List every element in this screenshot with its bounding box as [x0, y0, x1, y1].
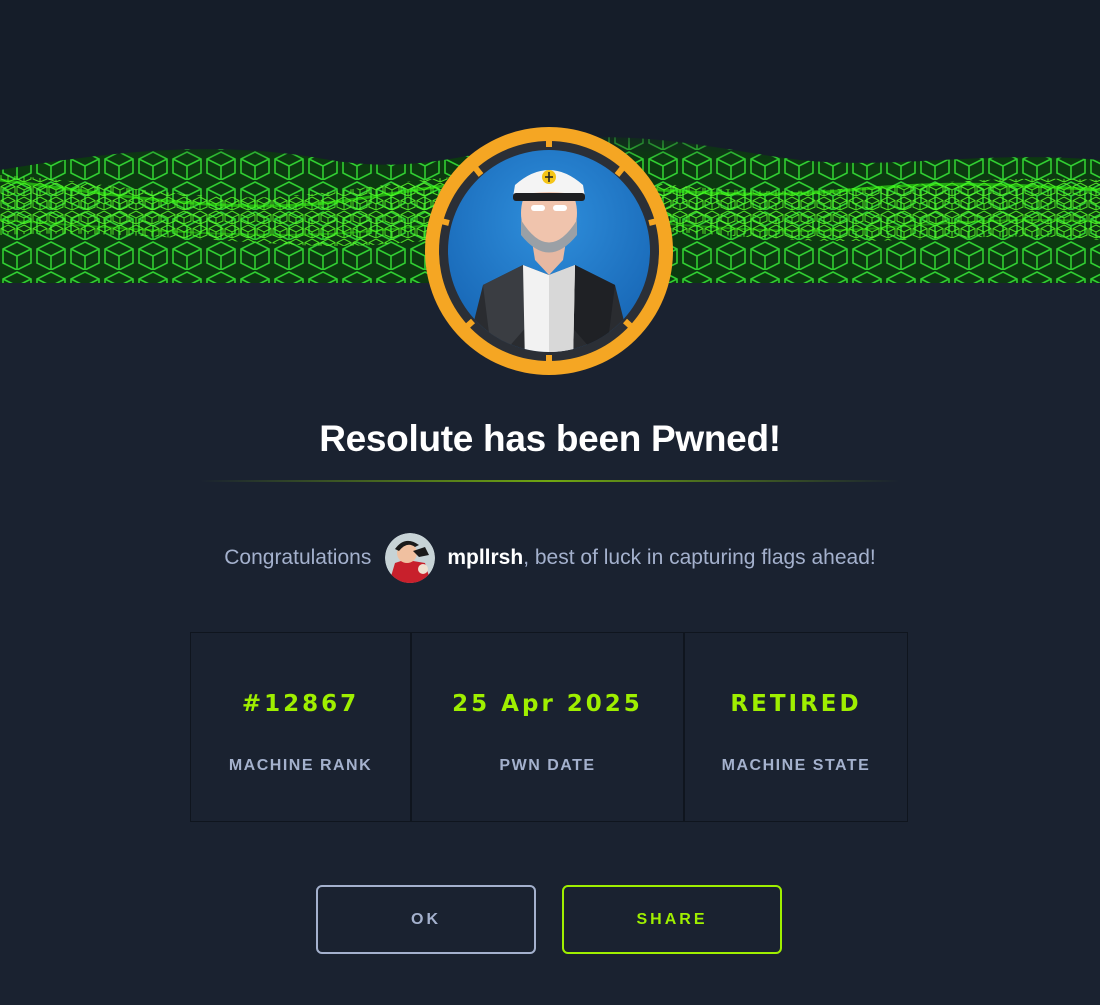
share-button[interactable]: SHARE	[562, 885, 782, 954]
page-title: Resolute has been Pwned!	[319, 418, 781, 459]
stat-machine-state: RETIRED MACHINE STATE	[685, 633, 907, 821]
title-divider	[200, 480, 900, 482]
stat-value: RETIRED	[730, 691, 862, 717]
stat-label: PWN DATE	[499, 757, 596, 774]
username[interactable]: mpllrsh	[447, 546, 523, 570]
machine-avatar	[423, 125, 675, 377]
congrats-suffix: , best of luck in capturing flags ahead!	[523, 546, 876, 569]
user-avatar[interactable]	[385, 533, 436, 583]
stat-value: #12867	[241, 691, 360, 717]
congrats-prefix: Congratulations	[224, 546, 372, 569]
ok-button[interactable]: OK	[316, 885, 536, 954]
stat-label: MACHINE STATE	[721, 757, 871, 774]
congratulations-message: Congratulations mpllrsh , best of luck i…	[0, 530, 1100, 586]
stat-label: MACHINE RANK	[228, 757, 373, 774]
stat-machine-rank: #12867 MACHINE RANK	[191, 633, 412, 821]
stat-pwn-date: 25 Apr 2025 PWN DATE	[412, 633, 685, 821]
stat-value: 25 Apr 2025	[452, 691, 643, 717]
stats-panel: #12867 MACHINE RANK 25 Apr 2025 PWN DATE…	[190, 632, 908, 822]
